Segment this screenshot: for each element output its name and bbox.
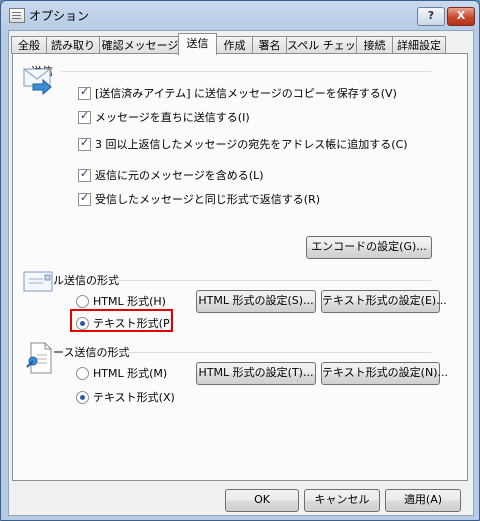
checkbox-label: [送信済みアイテム] に送信メッセージのコピーを保存する(V): [95, 87, 397, 100]
tab-read[interactable]: 読み取り: [46, 36, 100, 54]
checkbox-label: メッセージを直ちに送信する(I): [95, 111, 250, 124]
tab-compose[interactable]: 作成: [216, 36, 253, 54]
radio-dot[interactable]: [76, 366, 89, 380]
mail-html-radio[interactable]: HTML 形式(H): [76, 293, 166, 309]
include-original-checkbox[interactable]: 返信に元のメッセージを含める(L): [78, 167, 264, 183]
tab-advanced[interactable]: 詳細設定: [392, 36, 446, 54]
encode-settings-button[interactable]: エンコードの設定(G)...: [306, 236, 432, 259]
checkbox-label: 受信したメッセージと同じ形式で返信する(R): [95, 193, 321, 206]
radio-label: HTML 形式(H): [93, 295, 166, 308]
radio-dot[interactable]: [76, 294, 89, 308]
tab-spelling[interactable]: スペル チェック: [286, 36, 367, 54]
title-bar[interactable]: オプション ? X: [1, 1, 479, 29]
reply-same-format-checkbox[interactable]: 受信したメッセージと同じ形式で返信する(R): [78, 191, 320, 207]
news-text-settings-button[interactable]: テキスト形式の設定(N)...: [321, 362, 448, 385]
radio-label: HTML 形式(M): [93, 367, 168, 380]
send-immediately-checkbox[interactable]: メッセージを直ちに送信する(I): [78, 109, 250, 125]
checkbox-label: 返信に元のメッセージを含める(L): [95, 169, 264, 182]
checkbox-box[interactable]: [78, 109, 91, 124]
send-separator: [61, 71, 431, 72]
window-title: オプション: [29, 9, 90, 23]
help-button[interactable]: ?: [417, 7, 445, 26]
apply-button[interactable]: 適用(A): [385, 489, 461, 512]
checkbox-box[interactable]: [78, 85, 91, 100]
mail-html-settings-button[interactable]: HTML 形式の設定(S)...: [196, 290, 316, 313]
tab-send[interactable]: 送信: [178, 33, 217, 55]
news-document-icon: [26, 342, 52, 374]
news-html-radio[interactable]: HTML 形式(M): [76, 365, 167, 381]
app-icon: [9, 8, 25, 23]
tab-general[interactable]: 全般: [11, 36, 47, 54]
ok-button[interactable]: OK: [225, 489, 299, 512]
mail-envelope-icon: [23, 271, 53, 292]
checkbox-box[interactable]: [78, 136, 91, 151]
mail-format-separator: [113, 280, 431, 281]
news-text-radio[interactable]: テキスト形式(X): [76, 389, 175, 405]
radio-label: テキスト形式(X): [93, 391, 175, 404]
tab-receipts[interactable]: 確認メッセージ: [99, 36, 181, 54]
options-dialog: オプション ? X 全般 読み取り 確認メッセージ 送信 作成 署名 スペル チ…: [0, 0, 480, 521]
checkbox-box[interactable]: [78, 191, 91, 206]
checkbox-label: 3 回以上返信したメッセージの宛先をアドレス帳に追加する(C): [95, 138, 408, 151]
close-button[interactable]: X: [447, 7, 475, 26]
checkbox-box[interactable]: [78, 167, 91, 182]
radio-dot[interactable]: [76, 390, 89, 404]
highlight-box: [70, 309, 173, 332]
save-sent-copy-checkbox[interactable]: [送信済みアイテム] に送信メッセージのコピーを保存する(V): [78, 85, 397, 101]
mail-text-settings-button[interactable]: テキスト形式の設定(E)...: [321, 290, 447, 313]
add-to-address-book-checkbox[interactable]: 3 回以上返信したメッセージの宛先をアドレス帳に追加する(C): [78, 136, 408, 152]
news-format-separator: [121, 352, 431, 353]
cancel-button[interactable]: キャンセル: [304, 489, 380, 512]
news-html-settings-button[interactable]: HTML 形式の設定(T)...: [196, 362, 316, 385]
tab-connection[interactable]: 接続: [356, 36, 393, 54]
send-mail-icon: [23, 68, 52, 96]
tab-signatures[interactable]: 署名: [252, 36, 287, 54]
